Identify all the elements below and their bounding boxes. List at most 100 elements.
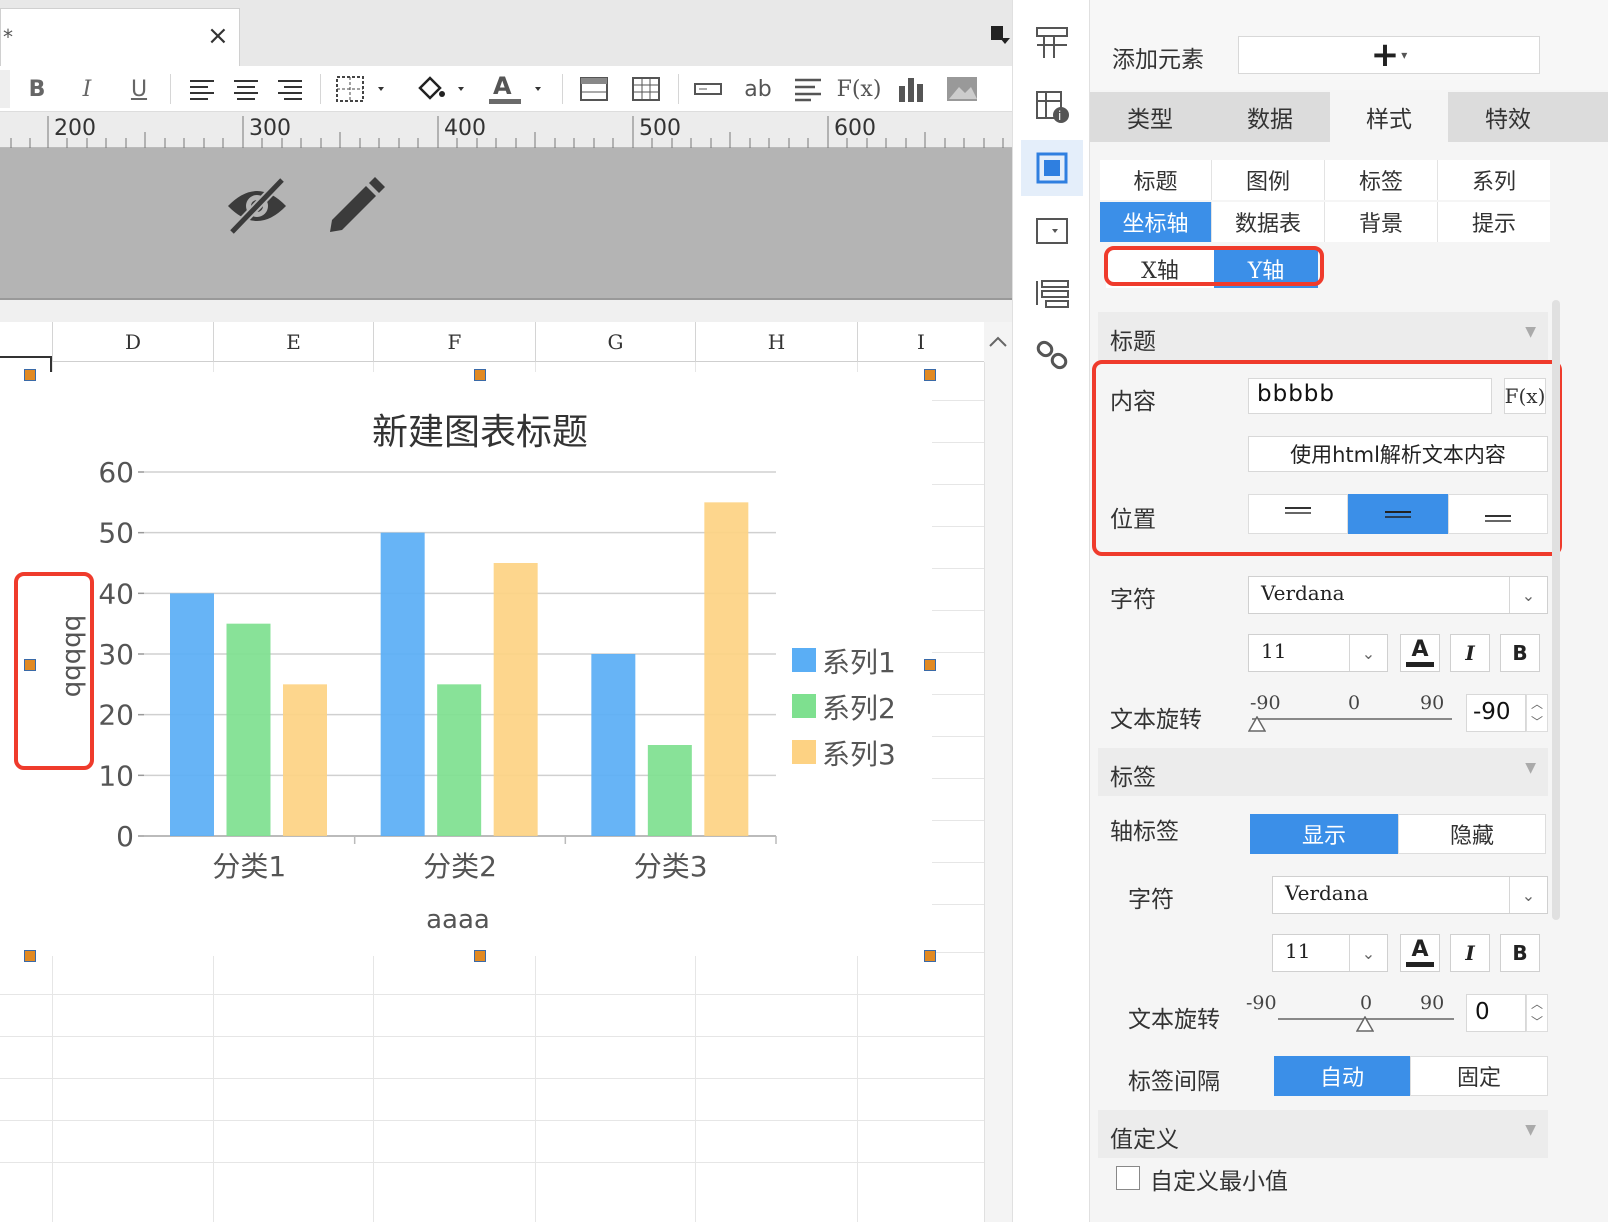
font-family-select[interactable]: Verdana ⌄ [1248, 576, 1548, 614]
column-f[interactable]: F [373, 322, 535, 362]
bar [647, 745, 692, 836]
resize-handle[interactable] [24, 950, 36, 962]
interval-auto-button[interactable]: 自动 [1274, 1056, 1410, 1096]
label-rotate-slider-thumb[interactable] [1355, 1015, 1375, 1032]
resize-handle[interactable] [474, 369, 486, 381]
tab-effect[interactable]: 特效 [1448, 92, 1568, 142]
resize-handle[interactable] [924, 950, 936, 962]
scroll-up-icon[interactable] [984, 322, 1012, 362]
fill-color-icon[interactable] [410, 70, 470, 108]
font-size-value: 11 [1261, 639, 1287, 663]
resize-handle[interactable] [924, 659, 936, 671]
label-italic-button[interactable]: I [1450, 934, 1490, 972]
bar-chart-icon[interactable] [894, 70, 928, 108]
rotate-slider-track[interactable] [1252, 718, 1452, 720]
text-button[interactable]: ab [740, 70, 776, 108]
custom-min-checkbox[interactable] [1116, 1166, 1140, 1190]
subtab-legend[interactable]: 图例 [1212, 160, 1325, 200]
tab-data[interactable]: 数据 [1210, 92, 1330, 142]
cell-element-icon[interactable]: i [1027, 82, 1077, 132]
subtab-datatable[interactable]: 数据表 [1212, 202, 1325, 242]
layer-list-icon[interactable] [1027, 268, 1077, 318]
x-axis-title[interactable]: aaaa [426, 905, 490, 935]
tab-menu-icon[interactable] [990, 24, 1012, 46]
interval-label: 标签间隔 [1128, 1069, 1220, 1095]
subtab-label[interactable]: 标签 [1325, 160, 1438, 200]
text-field-icon[interactable] [690, 70, 726, 108]
label-font-family-select[interactable]: Verdana ⌄ [1272, 876, 1548, 914]
chart-widget[interactable]: 新建图表标题 0 10 20 30 40 50 60 分类1 分类2 分类3 aaaa bbbb… [0, 369, 936, 962]
bold-button[interactable]: B [22, 70, 52, 108]
close-tab-icon[interactable]: × [207, 23, 229, 49]
chart-legend[interactable]: 系列1 系列2 系列3 [792, 646, 896, 771]
y-tick-label: 30 [98, 638, 134, 671]
subtab-background[interactable]: 背景 [1325, 202, 1438, 242]
column-g[interactable]: G [535, 322, 695, 362]
rotate-slider-thumb[interactable] [1247, 715, 1267, 732]
chart-bars [170, 502, 749, 836]
paragraph-icon[interactable] [790, 70, 826, 108]
subtab-axis[interactable]: 坐标轴 [1100, 202, 1212, 242]
axis-label-show-button[interactable]: 显示 [1250, 814, 1398, 854]
align-right-icon[interactable] [272, 70, 308, 108]
value-def-section-header[interactable]: 值定义 ▼ [1098, 1110, 1548, 1158]
label-font-size-select[interactable]: 11 ⌄ [1272, 934, 1388, 972]
vertical-scrollbar[interactable] [984, 362, 1012, 1222]
italic-button[interactable]: I [1450, 634, 1490, 672]
title-settings-highlight [1092, 360, 1562, 556]
merge-cells-icon[interactable] [576, 70, 612, 108]
rotate-stepper-icon[interactable]: ︿ ﹀ [1526, 994, 1548, 1032]
font-color-button[interactable]: A [1400, 634, 1440, 672]
font-color-icon[interactable]: A [486, 70, 548, 108]
tab-type[interactable]: 类型 [1090, 92, 1210, 142]
widget-attr-icon[interactable] [1021, 140, 1083, 196]
underline-button[interactable]: U [124, 70, 154, 108]
table-grid-icon[interactable] [628, 70, 664, 108]
tab-style[interactable]: 样式 [1330, 92, 1448, 142]
custom-min-label: 自定义最小值 [1150, 1169, 1288, 1195]
floating-element-area [0, 148, 1012, 300]
label-bold-button[interactable]: B [1500, 934, 1540, 972]
axis-label-hide-button[interactable]: 隐藏 [1398, 814, 1546, 854]
toolbar-divider [170, 74, 171, 104]
document-tab[interactable]: * × [0, 8, 240, 66]
font-size-select[interactable]: 11 ⌄ [1248, 634, 1388, 672]
cell-attr-icon[interactable] [1027, 18, 1077, 68]
chart-title[interactable]: 新建图表标题 [372, 412, 588, 453]
column-d[interactable]: D [52, 322, 213, 362]
label-rotate-input[interactable]: 0 [1466, 994, 1526, 1032]
subtab-title[interactable]: 标题 [1100, 160, 1212, 200]
image-icon[interactable] [942, 70, 982, 108]
y-tick-label: 40 [98, 577, 134, 610]
subtab-series[interactable]: 系列 [1438, 160, 1550, 200]
ruler-mark: 200 [54, 116, 96, 141]
interval-fixed-button[interactable]: 固定 [1410, 1056, 1548, 1096]
title-rotate-input[interactable]: -90 [1466, 694, 1526, 732]
formula-button[interactable]: F(x) [837, 70, 882, 108]
toolbar-divider [562, 74, 563, 104]
rotate-stepper-icon[interactable]: ︿ ﹀ [1526, 694, 1548, 732]
italic-button[interactable]: I [72, 70, 102, 108]
column-i[interactable]: I [857, 322, 984, 362]
hyperlink-icon[interactable] [1027, 330, 1077, 380]
label-font-color-button[interactable]: A [1400, 934, 1440, 972]
bold-button[interactable]: B [1500, 634, 1540, 672]
label-section-header[interactable]: 标签 ▼ [1098, 748, 1548, 796]
resize-handle[interactable] [24, 369, 36, 381]
column-h[interactable]: H [695, 322, 857, 362]
rotate-min-label: -90 [1246, 992, 1277, 1014]
column-e[interactable]: E [213, 322, 373, 362]
edit-pencil-icon[interactable] [322, 170, 388, 236]
resize-handle[interactable] [474, 950, 486, 962]
hide-eye-icon[interactable] [222, 170, 292, 240]
align-left-icon[interactable] [184, 70, 220, 108]
subtab-tooltip[interactable]: 提示 [1438, 202, 1550, 242]
title-section-header[interactable]: 标题 ▼ [1098, 312, 1548, 360]
resize-handle[interactable] [924, 369, 936, 381]
widget-settings-icon[interactable] [1027, 206, 1077, 256]
chevron-down-icon: ▾ [1401, 48, 1408, 62]
add-element-button[interactable]: + ▾ [1238, 36, 1540, 74]
align-center-icon[interactable] [228, 70, 264, 108]
border-icon[interactable] [332, 70, 388, 108]
panel-scrollbar[interactable] [1552, 300, 1560, 920]
